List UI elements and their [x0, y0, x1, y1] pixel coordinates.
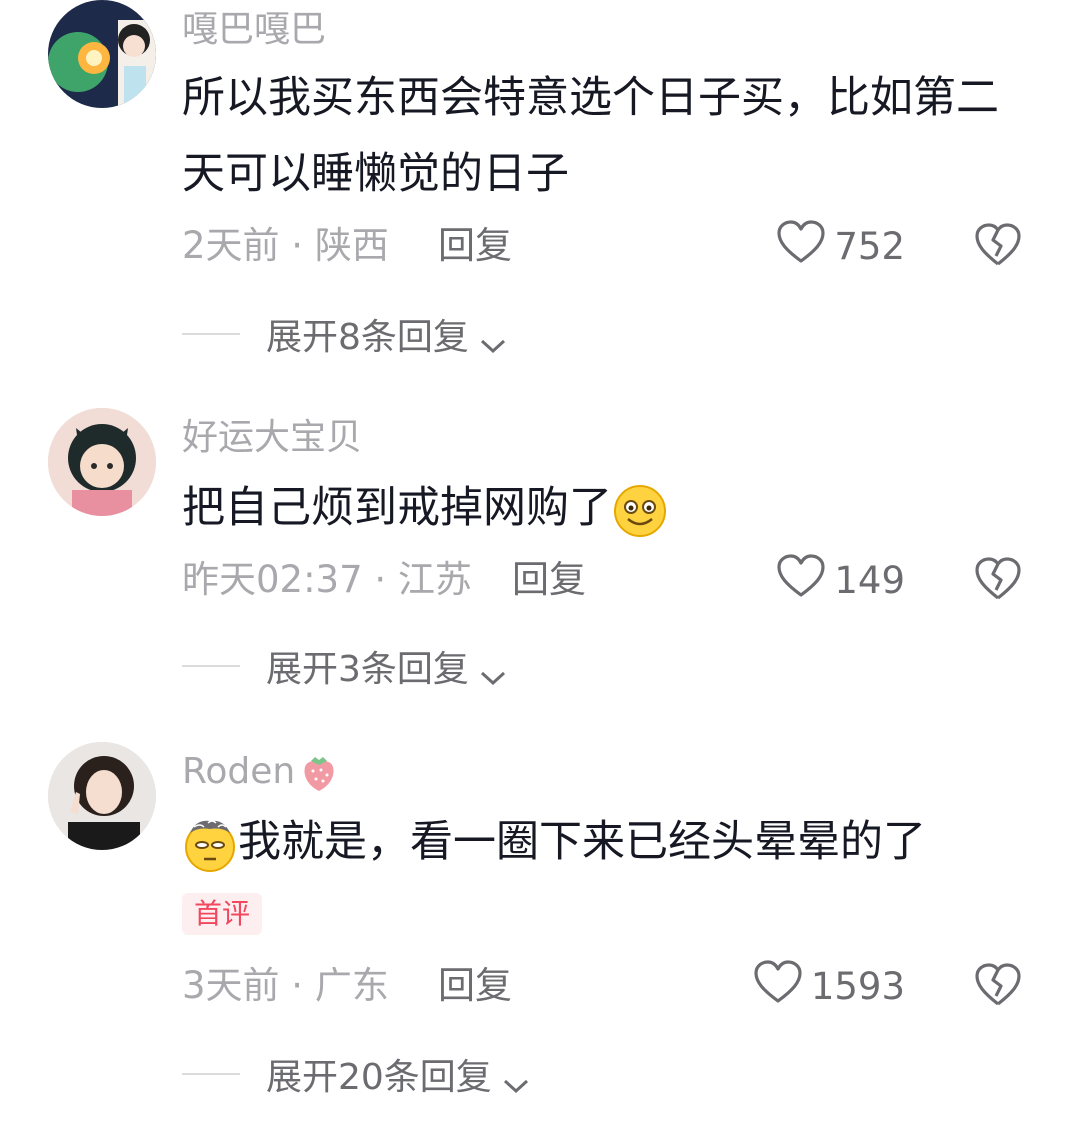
first-comment-badge: 首评: [182, 893, 263, 935]
divider: [182, 665, 240, 667]
comment-text: 把自己烦到戒掉网购了: [182, 470, 1002, 546]
reply-button[interactable]: 回复: [438, 224, 512, 268]
location: 陕西: [314, 224, 389, 267]
broken-heart-icon: [974, 223, 1022, 272]
meta-separator: ·: [279, 964, 315, 1007]
like-button[interactable]: 752: [776, 219, 905, 270]
chevron-down-icon: [502, 1064, 530, 1094]
smile-emoji: [612, 483, 668, 539]
like-button[interactable]: 149: [776, 553, 905, 604]
expand-replies-button[interactable]: 展开8条回复: [182, 312, 507, 358]
location: 广东: [314, 964, 389, 1007]
comment-meta: 2天前 · 陕西: [182, 224, 389, 268]
avatar[interactable]: [48, 0, 156, 108]
avatar[interactable]: [48, 408, 156, 516]
expand-label: 展开20条回复: [266, 1057, 492, 1098]
comment-text-body: 把自己烦到戒掉网购了: [182, 483, 612, 533]
like-button[interactable]: 1593: [753, 959, 905, 1010]
timestamp: 昨天02:37: [182, 558, 363, 601]
expand-replies-button[interactable]: 展开20条回复: [182, 1052, 530, 1098]
chevron-down-icon: [479, 656, 507, 686]
comment-text: 我就是，看一圈下来已经头晕晕的了: [182, 804, 1002, 880]
username[interactable]: 嘎巴嘎巴: [182, 8, 326, 52]
broken-heart-icon: [974, 557, 1022, 606]
like-count: 149: [834, 558, 905, 602]
like-count: 752: [834, 224, 905, 268]
dislike-button[interactable]: [974, 556, 1022, 602]
comment-meta: 3天前 · 广东: [182, 964, 389, 1008]
username[interactable]: Roden: [182, 750, 341, 795]
reply-button[interactable]: 回复: [438, 964, 512, 1008]
comment-meta: 昨天02:37 · 江苏: [182, 558, 472, 602]
dislike-button[interactable]: [974, 962, 1022, 1008]
divider: [182, 1073, 240, 1075]
expand-label: 展开3条回复: [266, 649, 469, 690]
dislike-button[interactable]: [974, 222, 1022, 268]
comment-text: 所以我买东西会特意选个日子买，比如第二天可以睡懒觉的日子: [182, 73, 999, 199]
meta-separator: ·: [279, 224, 315, 267]
divider: [182, 333, 240, 335]
heart-icon: [776, 219, 826, 274]
dizzy-emoji: [182, 817, 238, 873]
strawberry-icon: [297, 751, 341, 795]
expand-label: 展开8条回复: [266, 317, 469, 358]
username-text: Roden: [182, 751, 296, 792]
avatar[interactable]: [48, 742, 156, 850]
timestamp: 2天前: [182, 224, 280, 267]
chevron-down-icon: [479, 324, 507, 354]
expand-replies-button[interactable]: 展开3条回复: [182, 644, 507, 690]
reply-button[interactable]: 回复: [512, 558, 586, 602]
heart-icon: [753, 959, 803, 1014]
like-count: 1593: [810, 964, 905, 1008]
comment-text-body: 我就是，看一圈下来已经头晕晕的了: [238, 817, 926, 867]
location: 江苏: [397, 558, 472, 601]
broken-heart-icon: [974, 963, 1022, 1012]
timestamp: 3天前: [182, 964, 280, 1007]
username[interactable]: 好运大宝贝: [182, 416, 362, 460]
heart-icon: [776, 553, 826, 608]
meta-separator: ·: [362, 558, 398, 601]
